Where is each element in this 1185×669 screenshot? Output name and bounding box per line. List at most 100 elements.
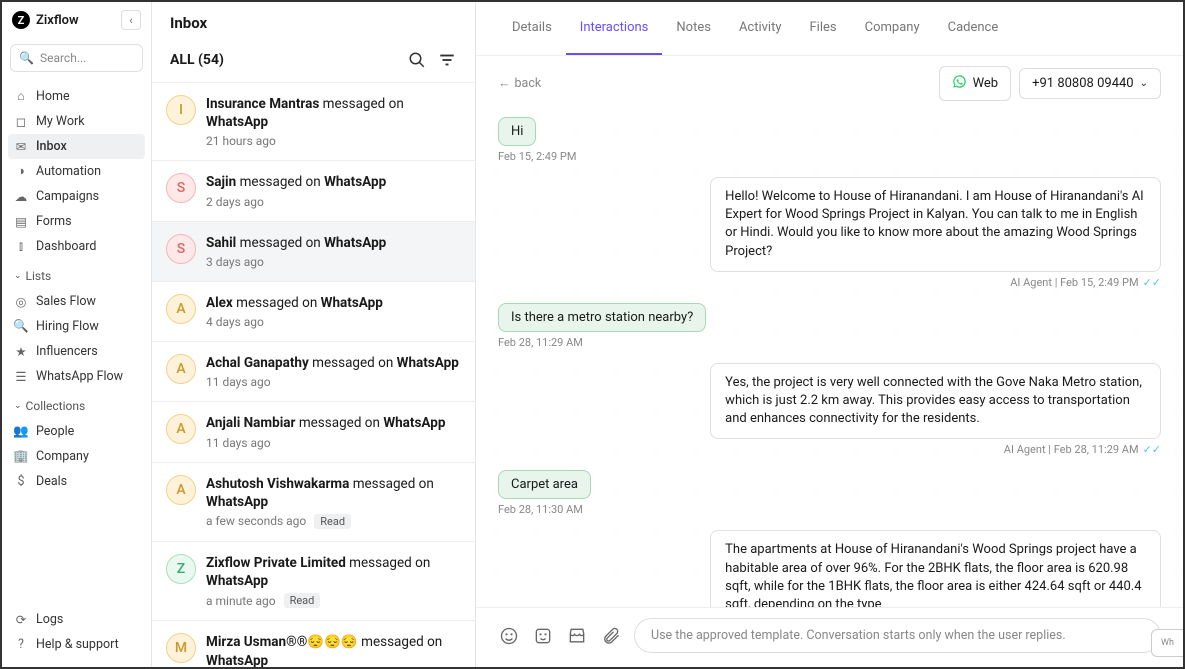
chevron-down-icon: ⌄	[14, 401, 22, 411]
sidebar-item-deals[interactable]: $Deals	[2, 469, 151, 494]
tab-notes[interactable]: Notes	[662, 2, 725, 55]
message-group: The apartments at House of Hiranandani's…	[498, 530, 1161, 607]
thread-row[interactable]: SSajin messaged on WhatsApp2 days ago	[152, 161, 475, 221]
thread-row[interactable]: AAchal Ganapathy messaged on WhatsApp11 …	[152, 342, 475, 402]
sidebar-item-campaigns[interactable]: ☁ Campaigns	[2, 184, 151, 209]
tab-activity[interactable]: Activity	[725, 2, 796, 55]
sidebar-item-label: People	[36, 424, 74, 439]
message-group: Yes, the project is very well connected …	[498, 363, 1161, 457]
sidebar-item-label: Sales Flow	[36, 294, 96, 309]
thread-row[interactable]: IInsurance Mantras messaged on WhatsApp2…	[152, 83, 475, 161]
thread-meta: a few seconds agoRead	[206, 514, 461, 529]
sidebar-item-whatsapp-flow[interactable]: ☰WhatsApp Flow	[2, 364, 151, 389]
thread-meta: 21 hours ago	[206, 134, 461, 148]
emoji-icon[interactable]	[498, 625, 520, 647]
conversation-panel: DetailsInteractionsNotesActivityFilesCom…	[476, 2, 1183, 667]
people-icon: 👥	[14, 425, 28, 439]
thread-meta: 4 days ago	[206, 315, 461, 329]
message-timestamp: Feb 28, 11:29 AM	[498, 336, 1161, 349]
sidebar-item-dashboard[interactable]: ⫾ Dashboard	[2, 234, 151, 259]
thread-row[interactable]: AAnjali Nambiar messaged on WhatsApp11 d…	[152, 402, 475, 462]
thread-title: Sahil messaged on WhatsApp	[206, 234, 461, 252]
sidebar-item-label: Dashboard	[36, 239, 96, 254]
logo-icon: Z	[12, 11, 30, 29]
influencers-icon: ★	[14, 345, 28, 359]
tab-interactions[interactable]: Interactions	[566, 2, 663, 55]
avatar: A	[166, 414, 196, 444]
automation-icon: ◑	[14, 165, 28, 179]
read-badge: Read	[284, 593, 321, 608]
whatsapp-flow-icon: ☰	[14, 370, 28, 384]
thread-row[interactable]: AAlex messaged on WhatsApp4 days ago	[152, 282, 475, 342]
dashboard-icon: ⫾	[14, 240, 28, 254]
sidebar-item-influencers[interactable]: ★Influencers	[2, 339, 151, 364]
message-inbound: Is there a metro station nearby?	[498, 303, 706, 332]
hiring-flow-icon: 🔍	[14, 320, 28, 334]
avatar: S	[166, 173, 196, 203]
avatar: M	[166, 633, 196, 663]
tab-company[interactable]: Company	[851, 2, 934, 55]
attachment-icon[interactable]	[600, 625, 622, 647]
thread-title: Insurance Mantras messaged on WhatsApp	[206, 95, 461, 131]
thread-row[interactable]: MMirza Usman®®😔😔😔 messaged on WhatsApp2 …	[152, 621, 475, 667]
sidebar-item-help-&-support[interactable]: ?Help & support	[2, 632, 151, 657]
sidebar-item-inbox[interactable]: ✉ Inbox	[8, 134, 145, 159]
thread-title: Anjali Nambiar messaged on WhatsApp	[206, 414, 461, 432]
company-icon: 🏢	[14, 450, 28, 464]
thread-meta: a minute agoRead	[206, 593, 461, 608]
phone-selector[interactable]: +91 80808 09440 ⌄	[1019, 68, 1161, 99]
tab-details[interactable]: Details	[498, 2, 566, 55]
tab-files[interactable]: Files	[796, 2, 851, 55]
avatar: Z	[166, 554, 196, 584]
sidebar-item-label: Help & support	[36, 637, 119, 652]
tab-cadence[interactable]: Cadence	[934, 2, 1013, 55]
thread-title: Mirza Usman®®😔😔😔 messaged on WhatsApp	[206, 633, 461, 667]
sidebar-item-automation[interactable]: ◑Automation	[2, 159, 151, 184]
inbox-title: Inbox	[152, 2, 475, 40]
message-meta: AI Agent | Feb 28, 11:29 AM✓✓	[1004, 443, 1161, 456]
message-group: Carpet areaFeb 28, 11:30 AM	[498, 470, 1161, 516]
sidebar-item-label: Hiring Flow	[36, 319, 99, 334]
support-widget[interactable]: Wh	[1151, 629, 1183, 657]
brand-name: Zixflow	[36, 13, 115, 28]
sidebar-item-sales-flow[interactable]: ◎Sales Flow	[2, 289, 151, 314]
delivered-icon: ✓✓	[1143, 443, 1161, 456]
message-input[interactable]: Use the approved template. Conversation …	[634, 618, 1161, 653]
sidebar-item-label: Forms	[36, 214, 72, 229]
sidebar-collapse-button[interactable]: ‹	[121, 10, 141, 30]
sidebar-item-label: Campaigns	[36, 189, 99, 204]
message-inbound: Carpet area	[498, 470, 591, 499]
sidebar-item-company[interactable]: 🏢Company	[2, 444, 151, 469]
deals-icon: $	[14, 475, 28, 489]
sidebar-item-hiring-flow[interactable]: 🔍 Hiring Flow	[2, 314, 151, 339]
campaigns-icon: ☁	[14, 190, 28, 204]
inbox-icon: ✉	[14, 140, 28, 154]
sticker-icon[interactable]	[532, 625, 554, 647]
channel-selector[interactable]: Web	[939, 66, 1012, 101]
lists-section-header[interactable]: ⌄ Lists	[2, 261, 151, 287]
back-button[interactable]: ← back	[498, 76, 541, 91]
search-icon[interactable]	[407, 50, 427, 70]
filter-icon[interactable]	[437, 50, 457, 70]
thread-row[interactable]: SSahil messaged on WhatsApp3 days ago	[152, 222, 475, 282]
collections-section-header[interactable]: ⌄ Collections	[2, 391, 151, 417]
message-outbound: Yes, the project is very well connected …	[710, 363, 1161, 440]
sidebar-item-logs[interactable]: ⟳Logs	[2, 607, 151, 632]
sidebar-item-my-work[interactable]: ◻My Work	[2, 109, 151, 134]
sidebar-item-forms[interactable]: ▤Forms	[2, 209, 151, 234]
search-placeholder: Search...	[40, 51, 86, 65]
sidebar-item-people[interactable]: 👥 People	[2, 419, 151, 444]
message-group: Is there a metro station nearby? Feb 28, …	[498, 303, 1161, 349]
thread-row[interactable]: AAshutosh Vishwakarma messaged on WhatsA…	[152, 463, 475, 542]
sidebar-item-label: Inbox	[36, 139, 67, 154]
thread-title: Zixflow Private Limited messaged on What…	[206, 554, 461, 590]
avatar: A	[166, 475, 196, 505]
chevron-down-icon: ⌄	[14, 271, 22, 281]
inbox-filter-all[interactable]: ALL (54)	[170, 52, 397, 68]
search-input[interactable]: 🔍 Search...	[10, 44, 143, 72]
my-work-icon: ◻	[14, 115, 28, 129]
shop-icon[interactable]	[566, 625, 588, 647]
sidebar-item-home[interactable]: ⌂Home	[2, 84, 151, 109]
arrow-left-icon: ←	[498, 76, 511, 91]
thread-row[interactable]: Z Zixflow Private Limited messaged on Wha…	[152, 542, 475, 621]
